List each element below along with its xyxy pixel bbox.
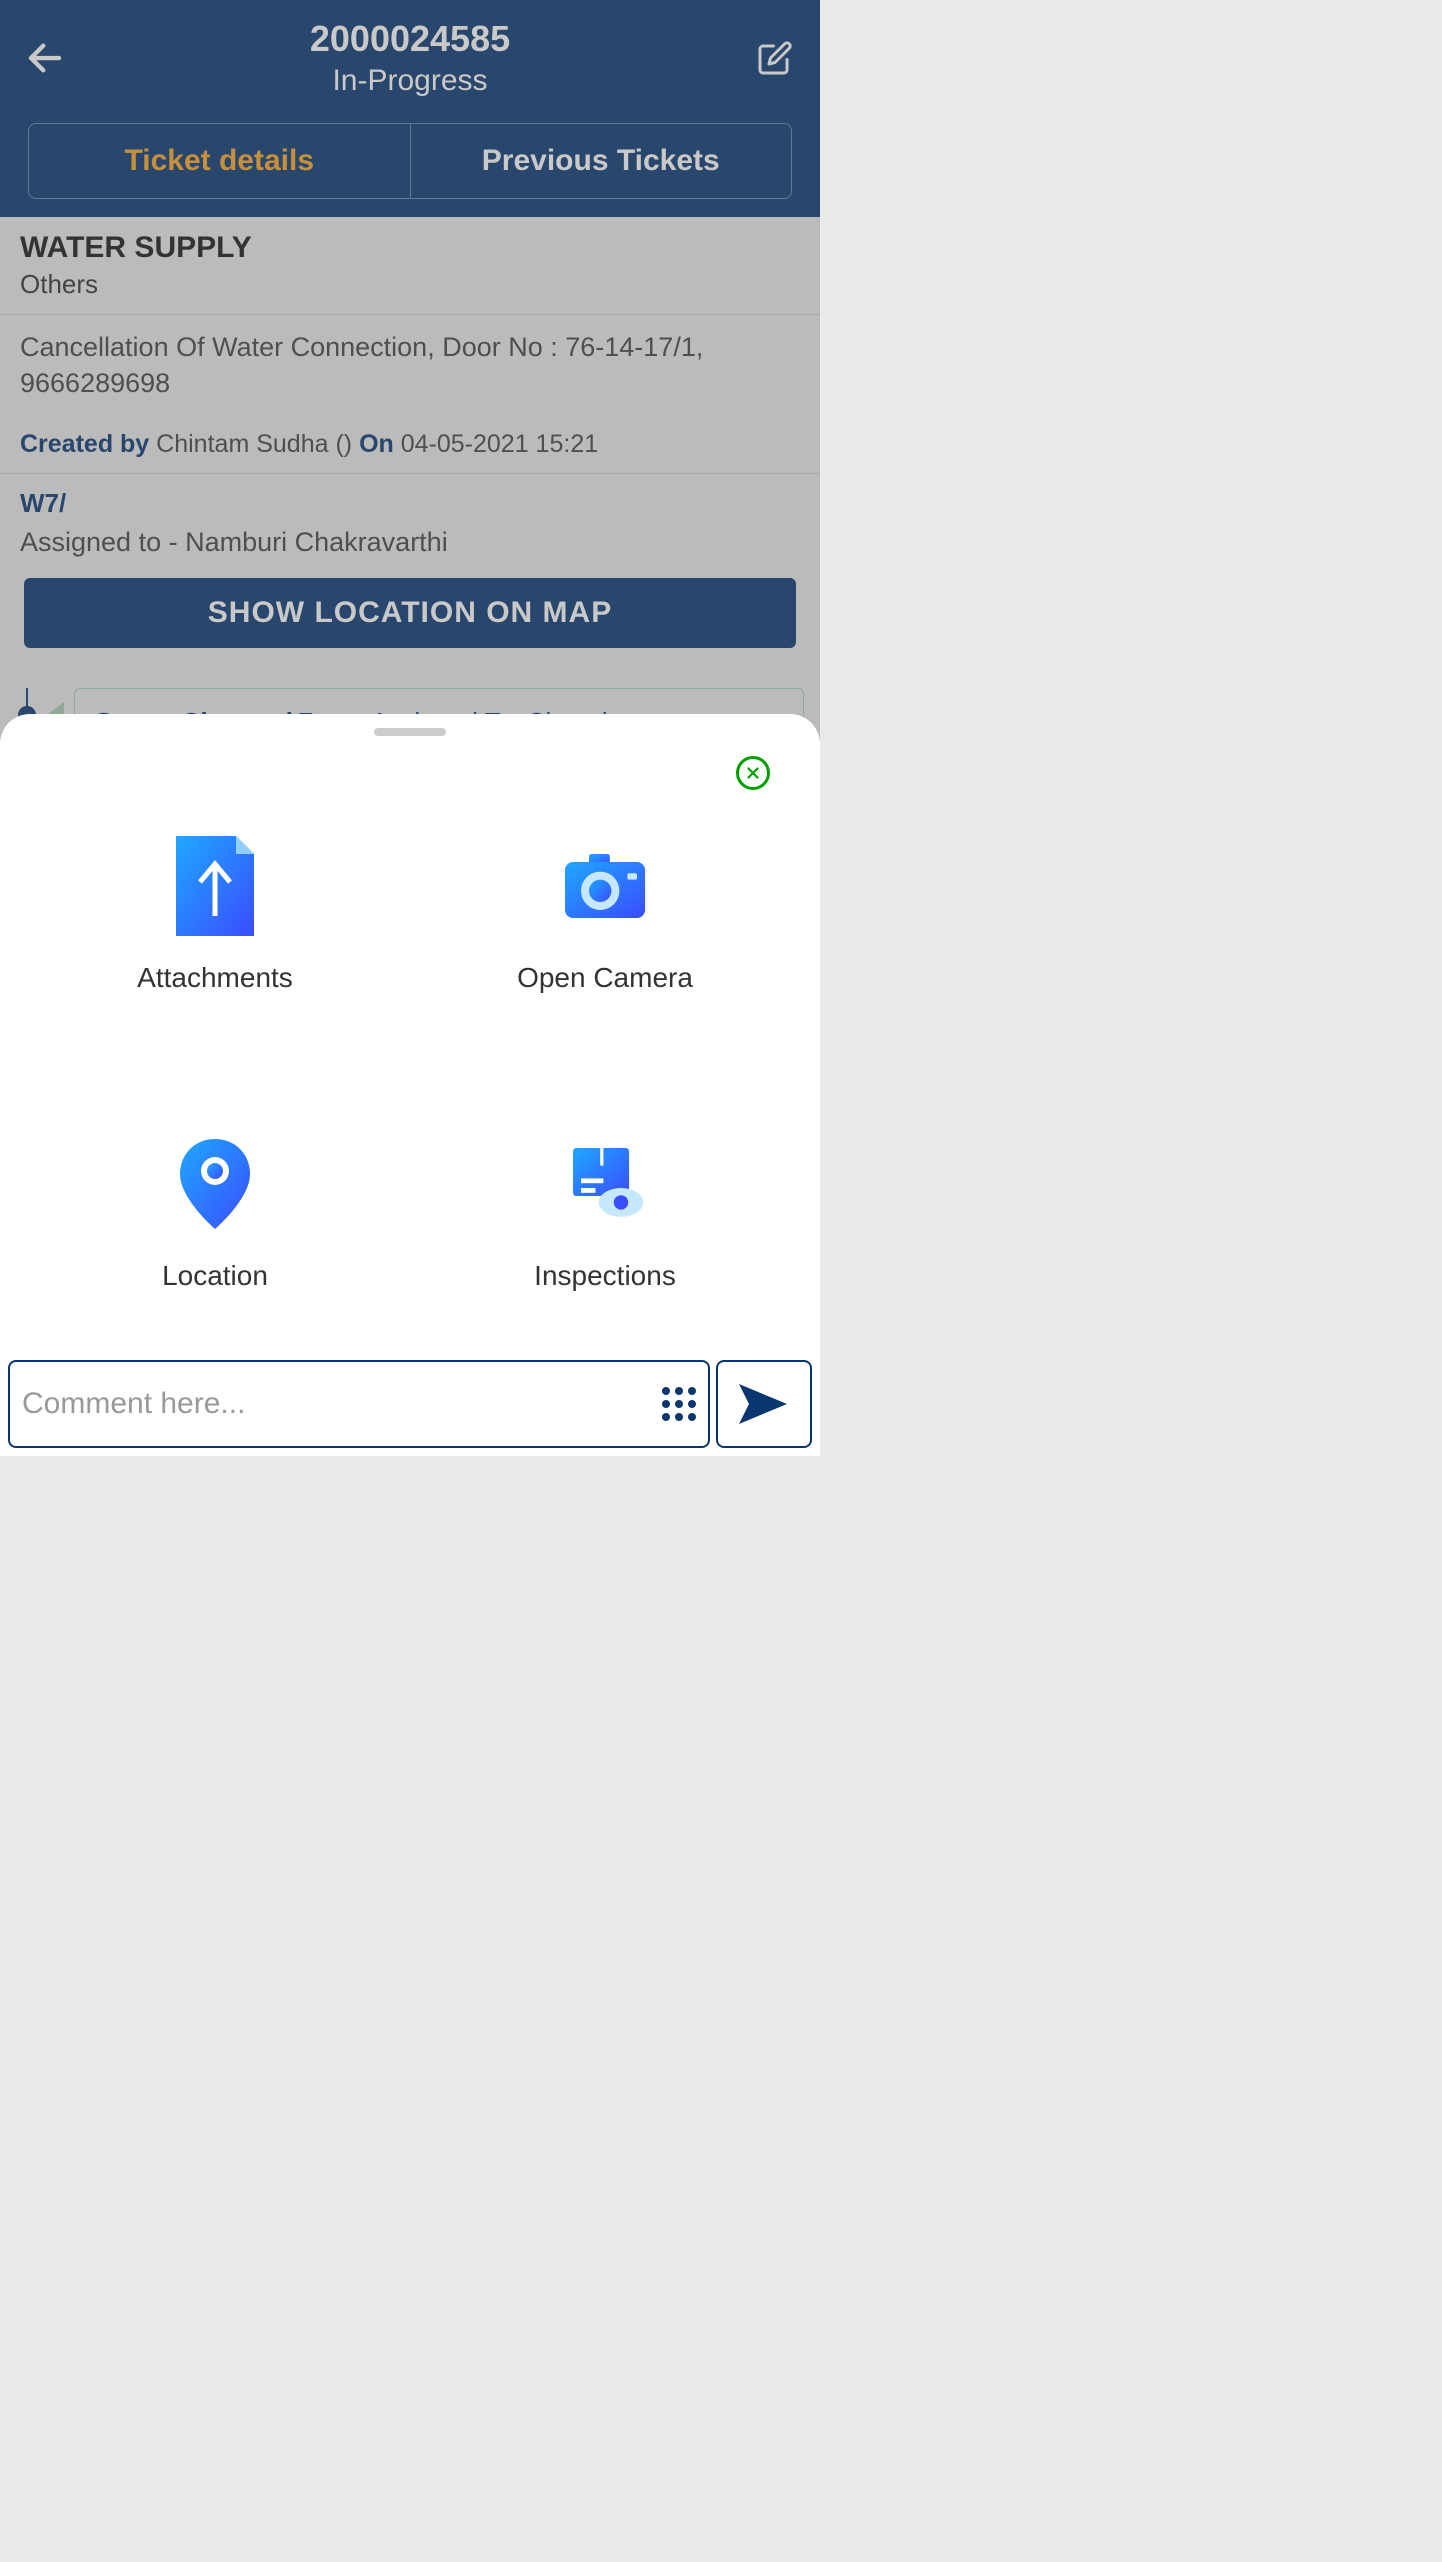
created-on-label: On bbox=[359, 430, 394, 458]
camera-icon bbox=[565, 836, 645, 936]
category-subtitle: Others bbox=[20, 269, 800, 300]
tab-bar: Ticket details Previous Tickets bbox=[28, 123, 792, 199]
close-icon bbox=[744, 764, 762, 782]
attachments-icon bbox=[175, 836, 255, 936]
action-camera-label: Open Camera bbox=[517, 962, 693, 994]
comment-bar bbox=[0, 1352, 820, 1456]
action-location-label: Location bbox=[162, 1260, 268, 1292]
description-section: Cancellation Of Water Connection, Door N… bbox=[0, 315, 820, 474]
action-grid: Attachments Open Camera Location Inspect… bbox=[0, 736, 820, 1312]
send-button[interactable] bbox=[716, 1360, 812, 1448]
sheet-handle[interactable] bbox=[374, 728, 446, 736]
tab-previous-tickets[interactable]: Previous Tickets bbox=[410, 124, 792, 198]
back-button[interactable] bbox=[20, 33, 70, 83]
tab-ticket-details[interactable]: Ticket details bbox=[29, 124, 410, 198]
ticket-id: 2000024585 bbox=[70, 18, 750, 60]
assigned-label: Assigned to - bbox=[20, 527, 178, 557]
action-attachments-label: Attachments bbox=[137, 962, 293, 994]
header-title-group: 2000024585 In-Progress bbox=[70, 18, 750, 98]
send-icon bbox=[737, 1380, 791, 1428]
assigned-name: Namburi Chakravarthi bbox=[185, 527, 448, 557]
action-inspections[interactable]: Inspections bbox=[410, 1134, 800, 1292]
created-by-line: Created by Chintam Sudha () On 04-05-202… bbox=[20, 430, 800, 459]
inspections-icon bbox=[565, 1134, 645, 1234]
action-open-camera[interactable]: Open Camera bbox=[410, 836, 800, 994]
assignment-section: W7/ Assigned to - Namburi Chakravarthi S… bbox=[0, 474, 820, 670]
show-location-button[interactable]: SHOW LOCATION ON MAP bbox=[24, 578, 796, 648]
created-by-name: Chintam Sudha () bbox=[156, 430, 352, 458]
comment-input-wrap bbox=[8, 1360, 710, 1448]
arrow-left-icon bbox=[24, 37, 66, 79]
ward-label: W7/ bbox=[20, 488, 800, 519]
app-header: 2000024585 In-Progress Ticket details Pr… bbox=[0, 0, 820, 217]
category-title: WATER SUPPLY bbox=[20, 231, 800, 265]
category-section: WATER SUPPLY Others bbox=[0, 217, 820, 315]
edit-icon bbox=[757, 40, 793, 76]
header-top-row: 2000024585 In-Progress bbox=[20, 18, 800, 98]
ticket-description: Cancellation Of Water Connection, Door N… bbox=[20, 329, 800, 402]
edit-button[interactable] bbox=[750, 33, 800, 83]
bottom-sheet: Attachments Open Camera Location Inspect… bbox=[0, 714, 820, 1456]
grid-menu-icon[interactable] bbox=[662, 1387, 696, 1421]
created-by-label: Created by bbox=[20, 430, 149, 458]
action-attachments[interactable]: Attachments bbox=[20, 836, 410, 994]
sheet-close-button[interactable] bbox=[736, 756, 770, 790]
created-on-date: 04-05-2021 15:21 bbox=[401, 430, 598, 458]
action-location[interactable]: Location bbox=[20, 1134, 410, 1292]
assigned-to: Assigned to - Namburi Chakravarthi bbox=[20, 527, 800, 558]
comment-input[interactable] bbox=[22, 1387, 652, 1421]
action-inspections-label: Inspections bbox=[534, 1260, 676, 1292]
ticket-status: In-Progress bbox=[70, 64, 750, 98]
location-pin-icon bbox=[175, 1134, 255, 1234]
